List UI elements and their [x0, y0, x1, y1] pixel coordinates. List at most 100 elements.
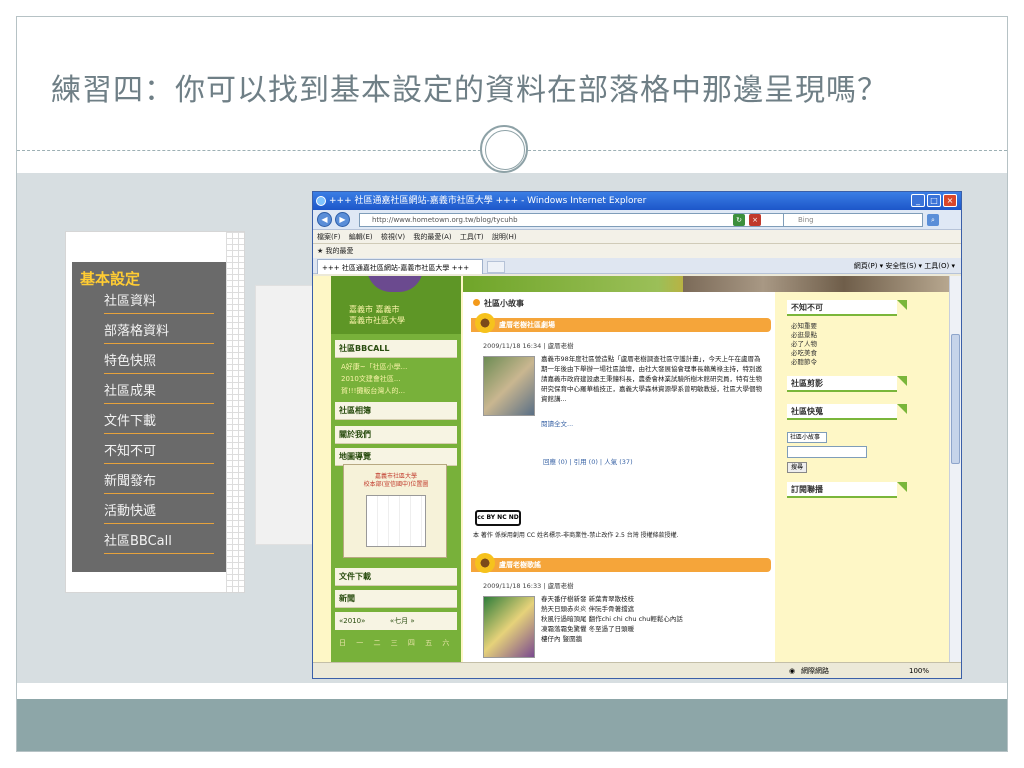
license-text: 本 著作 係採用創用 CC 姓名標示-非商業性-禁止改作 2.5 台灣 授權條款… [473, 532, 679, 539]
menu-favorites[interactable]: 我的最愛(A) [413, 233, 451, 241]
address-bar-row: ◀ ▶ http://www.hometown.org.tw/blog/tycu… [313, 210, 961, 230]
zoom-level[interactable]: 100% [909, 663, 929, 678]
menu-help[interactable]: 說明(H) [492, 233, 517, 241]
site-title: 嘉義市 嘉義市 嘉義市社區大學 [349, 305, 405, 325]
post-meta: 2009/11/18 16:33 | 盧厝老樹 [483, 582, 574, 590]
minimize-icon[interactable]: _ [911, 194, 925, 207]
status-bar: ◉ 網際網路 100% [313, 662, 961, 678]
menu-item-bbcall[interactable]: 社區BBCall [104, 530, 214, 554]
menu-item-blog-data[interactable]: 部落格資料 [104, 320, 214, 344]
favorites-star-icon[interactable]: ★ [317, 247, 323, 255]
menu-item-must-know[interactable]: 不知不可 [104, 440, 214, 464]
slide-title: 練習四：你可以找到基本設定的資料在部落格中那邊呈現嗎？ [51, 73, 888, 108]
right-sidebar: 不知不可 必知重要 必逛景點 必了人物 必吃美食 必聽節令 社區剪影 社區快蒐 … [781, 292, 931, 664]
stop-icon[interactable]: × [749, 214, 761, 226]
menu-heading: 基本設定 [80, 270, 141, 288]
favorites-label[interactable]: 我的最愛 [326, 247, 354, 255]
about-title[interactable]: 關於我們 [335, 426, 457, 444]
header-photo [683, 276, 951, 292]
menu-tools[interactable]: 工具(T) [460, 233, 484, 241]
calendar-days: 日 一 二 三 四 五 六 [339, 639, 454, 647]
search-box-title: 社區快蒐 [787, 404, 897, 420]
post-photo[interactable] [483, 596, 535, 658]
calendar-nav[interactable]: «2010» «七月 » [335, 612, 457, 630]
list-item[interactable]: 必逛景點 [791, 331, 817, 340]
forward-icon[interactable]: ▶ [335, 212, 350, 227]
sidebar-search-input[interactable] [787, 446, 867, 458]
cropped-panel [255, 285, 315, 545]
map-image [366, 495, 426, 547]
menu-item-community-data[interactable]: 社區資料 [104, 290, 214, 314]
sidebar-search-button[interactable]: 搜尋 [787, 462, 807, 473]
slide: 練習四：你可以找到基本設定的資料在部落格中那邊呈現嗎？ 基本設定 社區資料 部落… [16, 16, 1008, 752]
maximize-icon[interactable]: □ [927, 194, 941, 207]
bbcall-item[interactable]: A好康~「社區小學... [341, 362, 407, 372]
menu-edit[interactable]: 編輯(E) [349, 233, 373, 241]
close-icon[interactable]: × [943, 194, 957, 207]
refresh-icon[interactable]: ↻ [733, 214, 745, 226]
grid-pattern [226, 232, 244, 592]
post-body: 春天番仔樹新發 新葉青翠散枝枝 熱天日頭赤炎炎 伴阮手骨著擋遮 秋風行過暗頂尾 … [541, 595, 683, 643]
must-know-title: 不知不可 [787, 300, 897, 316]
menu-file[interactable]: 檔案(F) [317, 233, 341, 241]
circle-ornament-icon [480, 125, 528, 173]
map-caption: 嘉義市社區大學 校本部(宣信國中)位置圖 [363, 473, 429, 488]
menu-item-results[interactable]: 社區成果 [104, 380, 214, 404]
post-title-bar[interactable]: 盧厝老樹歌謠 [471, 553, 771, 573]
left-sidebar: 嘉義市 嘉義市 嘉義市社區大學 社區BBCALL A好康~「社區小學... 20… [331, 276, 461, 664]
must-know-list: 必知重要 必逛景點 必了人物 必吃美食 必聽節令 [791, 322, 817, 367]
subscribe-title: 訂閱聯播 [787, 482, 897, 498]
menu-view[interactable]: 檢視(V) [381, 233, 405, 241]
new-tab-button[interactable] [487, 261, 505, 273]
list-item[interactable]: 必聽節令 [791, 358, 817, 367]
vertical-scrollbar[interactable] [949, 276, 961, 664]
category-select[interactable]: 社區小故事 [787, 432, 827, 443]
menu-item-events[interactable]: 活動快遞 [104, 500, 214, 524]
sunflower-icon [475, 553, 495, 573]
page-viewport: 嘉義市 嘉義市 嘉義市社區大學 社區BBCALL A好康~「社區小學... 20… [313, 276, 951, 664]
main-content: 社區小故事 盧厝老樹社區劇場 2009/11/18 16:34 | 盧厝老樹 嘉… [463, 292, 775, 664]
back-icon[interactable]: ◀ [317, 212, 332, 227]
bbcall-title[interactable]: 社區BBCALL [335, 340, 457, 358]
news-title[interactable]: 新聞 [335, 590, 457, 608]
gallery-title: 社區剪影 [787, 376, 897, 392]
ie-logo-icon [316, 196, 326, 206]
list-item[interactable]: 必吃美食 [791, 349, 817, 358]
post-body: 嘉義市98年度社區營造點「盧厝老樹調查社區守護計畫」，今天上午在盧厝為期一年後由… [541, 355, 762, 403]
menu-screenshot: 基本設定 社區資料 部落格資料 特色快照 社區成果 文件下載 不知不可 新聞發布… [65, 231, 245, 593]
post-stats-links[interactable]: 回應 (0) | 引用 (0) | 人氣 (37) [543, 456, 633, 466]
bullet-icon [473, 299, 480, 306]
status-zone: 網際網路 [801, 667, 829, 675]
settings-menu: 基本設定 社區資料 部落格資料 特色快照 社區成果 文件下載 不知不可 新聞發布… [72, 262, 226, 572]
browser-titlebar: +++ 社區通嘉社區網站-嘉義市社區大學 +++ - Windows Inter… [313, 192, 961, 210]
album-title[interactable]: 社區相簿 [335, 402, 457, 420]
bbcall-item[interactable]: 賀!!!攤販台灣人的... [341, 386, 405, 396]
tab-row: +++ 社區通嘉社區網站-嘉義市社區大學 +++ 網頁(P) ▾ 安全性(S) … [313, 258, 961, 274]
footer-band [17, 699, 1007, 751]
post-title-bar[interactable]: 盧厝老樹社區劇場 [471, 313, 771, 333]
map-card[interactable]: 嘉義市社區大學 校本部(宣信國中)位置圖 [343, 464, 447, 558]
post-photo[interactable] [483, 356, 535, 416]
section-title: 社區小故事 [473, 298, 524, 309]
browser-tab[interactable]: +++ 社區通嘉社區網站-嘉義市社區大學 +++ [317, 259, 483, 274]
list-item[interactable]: 必知重要 [791, 322, 817, 331]
menu-item-snapshot[interactable]: 特色快照 [104, 350, 214, 374]
window-title: +++ 社區通嘉社區網站-嘉義市社區大學 +++ - Windows Inter… [329, 196, 647, 206]
command-bar[interactable]: 網頁(P) ▾ 安全性(S) ▾ 工具(O) ▾ [854, 258, 955, 274]
search-icon[interactable]: ⌕ [927, 214, 939, 226]
browser-menubar: 檔案(F) 編輯(E) 檢視(V) 我的最愛(A) 工具(T) 說明(H) [313, 230, 961, 244]
read-more-link[interactable]: 閱讀全文... [541, 418, 573, 428]
list-item[interactable]: 必了人物 [791, 340, 817, 349]
menu-item-news[interactable]: 新聞發布 [104, 470, 214, 494]
sunflower-icon [475, 313, 495, 333]
favorites-bar: ★ 我的最愛 [313, 244, 961, 258]
bbcall-item[interactable]: 2010文建會社區... [341, 374, 401, 384]
browser-window: +++ 社區通嘉社區網站-嘉義市社區大學 +++ - Windows Inter… [312, 191, 962, 679]
scrollbar-thumb[interactable] [951, 334, 960, 464]
internet-zone-icon: ◉ [789, 667, 796, 675]
cc-license-badge[interactable]: cc BY NC ND [475, 510, 521, 526]
search-input[interactable]: Bing [783, 213, 923, 227]
menu-item-downloads[interactable]: 文件下載 [104, 410, 214, 434]
docs-title[interactable]: 文件下載 [335, 568, 457, 586]
post-meta: 2009/11/18 16:34 | 盧厝老樹 [483, 342, 574, 350]
